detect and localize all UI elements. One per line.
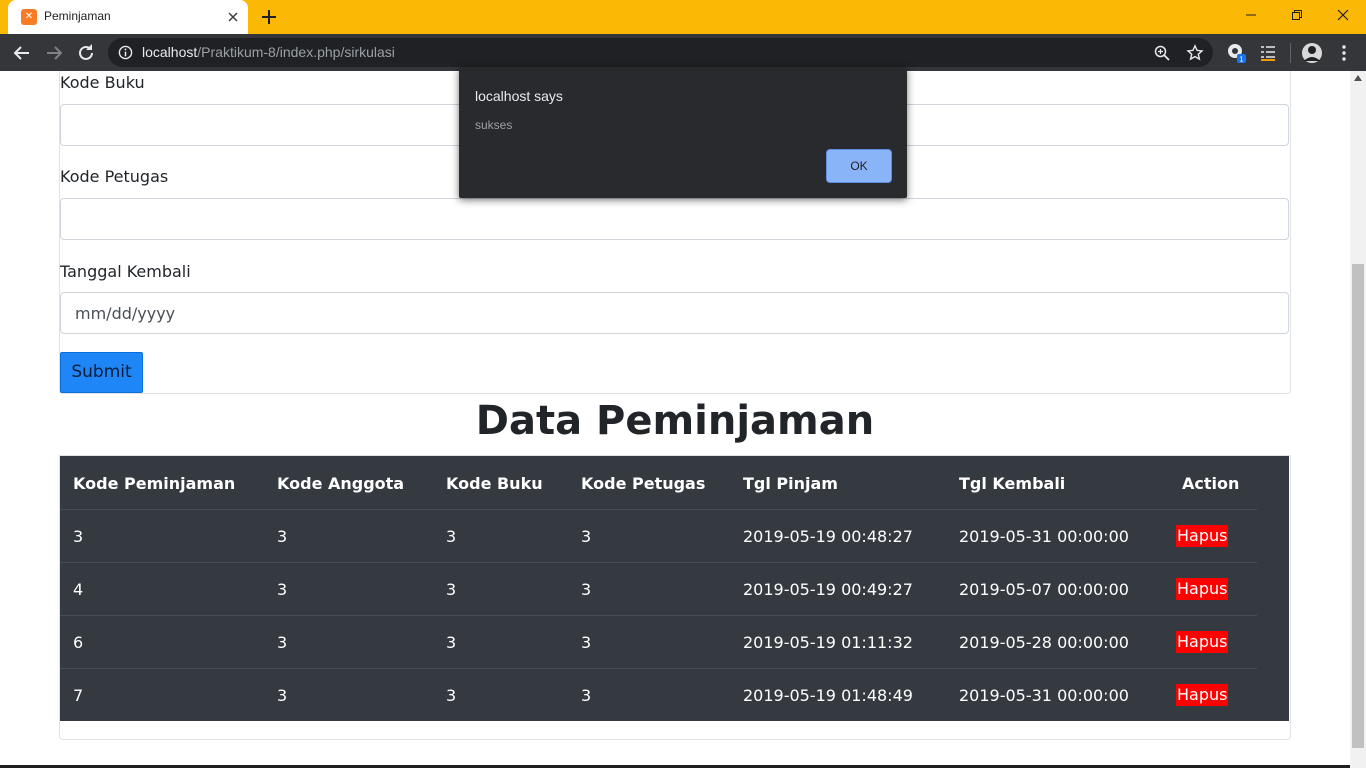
cell-tgl-pinjam: 2019-05-19 01:48:49	[743, 686, 913, 705]
avatar[interactable]	[1301, 42, 1323, 64]
browser-toolbar: localhost/Praktikum-8/index.php/sirkulas…	[0, 34, 1366, 71]
hapus-button[interactable]: Hapus	[1176, 684, 1229, 706]
forward-icon[interactable]	[42, 41, 66, 65]
dialog-title: localhost says	[475, 88, 563, 104]
restore-button[interactable]	[1274, 0, 1320, 30]
zoom-icon[interactable]	[1153, 44, 1171, 62]
hapus-button[interactable]: Hapus	[1176, 578, 1229, 600]
kode-petugas-label: Kode Petugas	[60, 167, 169, 186]
kode-petugas-field[interactable]	[60, 198, 1289, 240]
cell-kode-petugas: 3	[581, 686, 592, 705]
dialog-message: sukses	[475, 118, 513, 132]
svg-text:1: 1	[1239, 56, 1243, 64]
cell-kode-buku: 3	[446, 633, 457, 652]
row-divider	[60, 562, 1257, 563]
cell-kode-anggota: 3	[277, 633, 288, 652]
submit-button[interactable]: Submit	[60, 352, 143, 393]
hapus-button[interactable]: Hapus	[1176, 631, 1229, 653]
column-header: Kode Anggota	[277, 474, 405, 493]
cell-kode-anggota: 3	[277, 686, 288, 705]
browser-tab[interactable]: ✕ Peminjaman	[8, 0, 248, 34]
toolbar-divider	[1290, 43, 1291, 63]
cell-kode-buku: 3	[446, 686, 457, 705]
page-title: Data Peminjaman	[475, 398, 875, 444]
row-divider	[60, 668, 1257, 669]
close-window-icon	[1337, 9, 1349, 21]
extension-icon[interactable]: 1	[1226, 42, 1248, 64]
kode-buku-label: Kode Buku	[60, 73, 145, 92]
alert-dialog: localhost says sukses OK	[459, 67, 907, 198]
address-bar[interactable]: localhost/Praktikum-8/index.php/sirkulas…	[108, 38, 1213, 67]
tab-strip: ✕ Peminjaman	[0, 0, 1366, 34]
cell-kode-anggota: 3	[277, 527, 288, 546]
cell-tgl-kembali: 2019-05-31 00:00:00	[959, 686, 1129, 705]
cell-kode-petugas: 3	[581, 633, 592, 652]
date-placeholder: mm/dd/yyyy	[75, 304, 176, 323]
cell-tgl-kembali: 2019-05-07 00:00:00	[959, 580, 1129, 599]
cell-tgl-kembali: 2019-05-31 00:00:00	[959, 527, 1129, 546]
url-text: localhost/Praktikum-8/index.php/sirkulas…	[142, 44, 395, 60]
cell-kode-peminjaman: 3	[73, 527, 84, 546]
info-icon[interactable]	[118, 45, 133, 60]
star-icon[interactable]	[1186, 44, 1204, 62]
cell-tgl-pinjam: 2019-05-19 01:11:32	[743, 633, 913, 652]
row-divider	[60, 509, 1257, 510]
tanggal-kembali-label: Tanggal Kembali	[60, 262, 191, 281]
hapus-button[interactable]: Hapus	[1176, 525, 1229, 547]
cell-kode-petugas: 3	[581, 527, 592, 546]
ok-button[interactable]: OK	[826, 149, 892, 183]
reading-list-icon[interactable]	[1257, 42, 1279, 64]
cell-tgl-pinjam: 2019-05-19 00:49:27	[743, 580, 913, 599]
row-divider	[60, 615, 1257, 616]
column-header: Tgl Pinjam	[743, 474, 838, 493]
close-window-button[interactable]	[1320, 0, 1366, 30]
cell-kode-peminjaman: 4	[73, 580, 84, 599]
minimize-button[interactable]	[1228, 0, 1274, 30]
reload-icon[interactable]	[74, 41, 98, 65]
menu-icon[interactable]	[1333, 42, 1355, 64]
cell-kode-anggota: 3	[277, 580, 288, 599]
column-header: Tgl Kembali	[959, 474, 1066, 493]
back-icon[interactable]	[10, 41, 34, 65]
cell-kode-peminjaman: 6	[73, 633, 84, 652]
close-tab-icon[interactable]	[224, 8, 242, 26]
new-tab-icon[interactable]	[259, 7, 279, 27]
cell-kode-petugas: 3	[581, 580, 592, 599]
column-header: Kode Peminjaman	[73, 474, 236, 493]
restore-icon	[1292, 10, 1302, 20]
scrollbar-thumb[interactable]	[1352, 264, 1364, 748]
column-header: Kode Petugas	[581, 474, 706, 493]
scroll-up-icon[interactable]	[1354, 75, 1362, 81]
tab-title: Peminjaman	[44, 9, 111, 23]
cell-tgl-pinjam: 2019-05-19 00:48:27	[743, 527, 913, 546]
xampp-favicon-icon: ✕	[21, 9, 37, 25]
column-header: Kode Buku	[446, 474, 543, 493]
tanggal-kembali-field[interactable]: mm/dd/yyyy	[60, 292, 1289, 334]
minimize-icon	[1246, 14, 1256, 16]
cell-kode-peminjaman: 7	[73, 686, 84, 705]
cell-kode-buku: 3	[446, 527, 457, 546]
column-header: Action	[1182, 474, 1240, 493]
cell-tgl-kembali: 2019-05-28 00:00:00	[959, 633, 1129, 652]
cell-kode-buku: 3	[446, 580, 457, 599]
